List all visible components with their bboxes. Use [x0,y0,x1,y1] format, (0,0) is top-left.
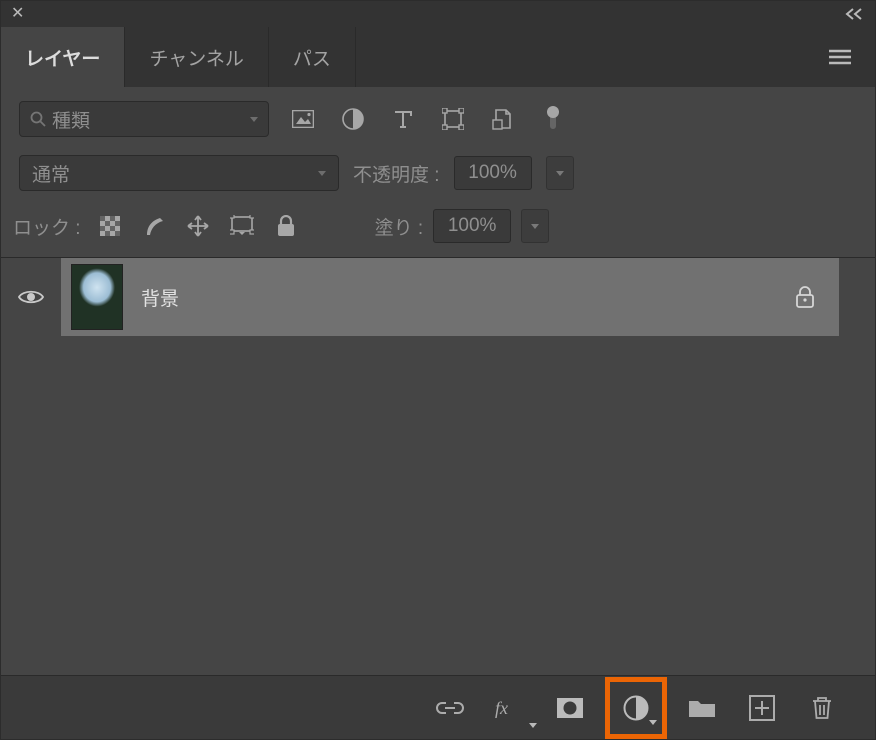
opacity-value: 100% [468,162,517,184]
lock-image-icon[interactable] [141,213,167,239]
layers-list: 背景 [1,258,875,638]
chevron-down-icon [649,720,657,725]
tab-layers[interactable]: レイヤー [1,27,125,87]
lock-fill-row: ロック : 塗り : 100% [1,199,875,258]
filter-pixel-icon[interactable] [291,107,315,131]
panel-menu-button[interactable] [805,27,875,87]
chevron-down-icon [529,723,537,728]
visibility-toggle[interactable] [1,288,61,306]
layers-footer-toolbar: fx [1,675,875,739]
new-adjustment-layer-button[interactable] [605,677,667,739]
lock-artboard-icon[interactable] [229,213,255,239]
chevron-down-icon [250,117,258,122]
blend-mode-value: 通常 [32,160,70,187]
opacity-stepper[interactable] [546,156,574,190]
opacity-label: 不透明度 : [353,160,440,187]
new-group-button[interactable] [677,684,727,732]
fill-label: 塗り : [375,213,424,240]
filter-toggle-switch[interactable] [541,107,565,131]
tab-paths[interactable]: パス [269,27,356,87]
layer-row[interactable]: 背景 [1,258,875,336]
lock-position-icon[interactable] [185,213,211,239]
fill-value: 100% [448,215,497,237]
collapse-icon[interactable] [845,8,865,20]
fill-stepper[interactable] [521,209,549,243]
chevron-down-icon [318,171,326,176]
layer-fx-button[interactable]: fx [485,684,535,732]
filter-type-select[interactable]: 種類 [19,101,269,137]
lock-transparent-icon[interactable] [97,213,123,239]
lock-all-icon[interactable] [273,213,299,239]
filter-adjustment-icon[interactable] [341,107,365,131]
layer-name-label[interactable]: 背景 [141,284,179,311]
blend-opacity-row: 通常 不透明度 : 100% [1,147,875,199]
filter-shape-icon[interactable] [441,107,465,131]
tab-label: チャンネル [149,44,243,71]
layer-filter-row: 種類 [1,87,875,147]
search-icon [30,111,46,127]
filter-smartobject-icon[interactable] [491,107,515,131]
blend-mode-select[interactable]: 通常 [19,155,339,191]
layer-lock-icon[interactable] [795,286,815,308]
delete-layer-button[interactable] [797,684,847,732]
new-layer-button[interactable] [737,684,787,732]
add-mask-button[interactable] [545,684,595,732]
opacity-value-input[interactable]: 100% [454,156,532,190]
panel-titlebar: ✕ [1,1,875,27]
panel-tabs: レイヤー チャンネル パス [1,27,875,87]
tab-channels[interactable]: チャンネル [125,27,268,87]
filter-type-text-icon[interactable] [391,107,415,131]
layer-thumbnail[interactable] [71,264,123,330]
fill-value-input[interactable]: 100% [433,209,511,243]
tab-label: レイヤー [25,44,100,71]
tab-label: パス [293,44,331,71]
filter-type-label: 種類 [52,106,90,133]
svg-text:fx: fx [495,698,508,718]
close-icon[interactable]: ✕ [11,6,24,22]
link-layers-button[interactable] [425,684,475,732]
lock-label: ロック : [13,213,81,240]
